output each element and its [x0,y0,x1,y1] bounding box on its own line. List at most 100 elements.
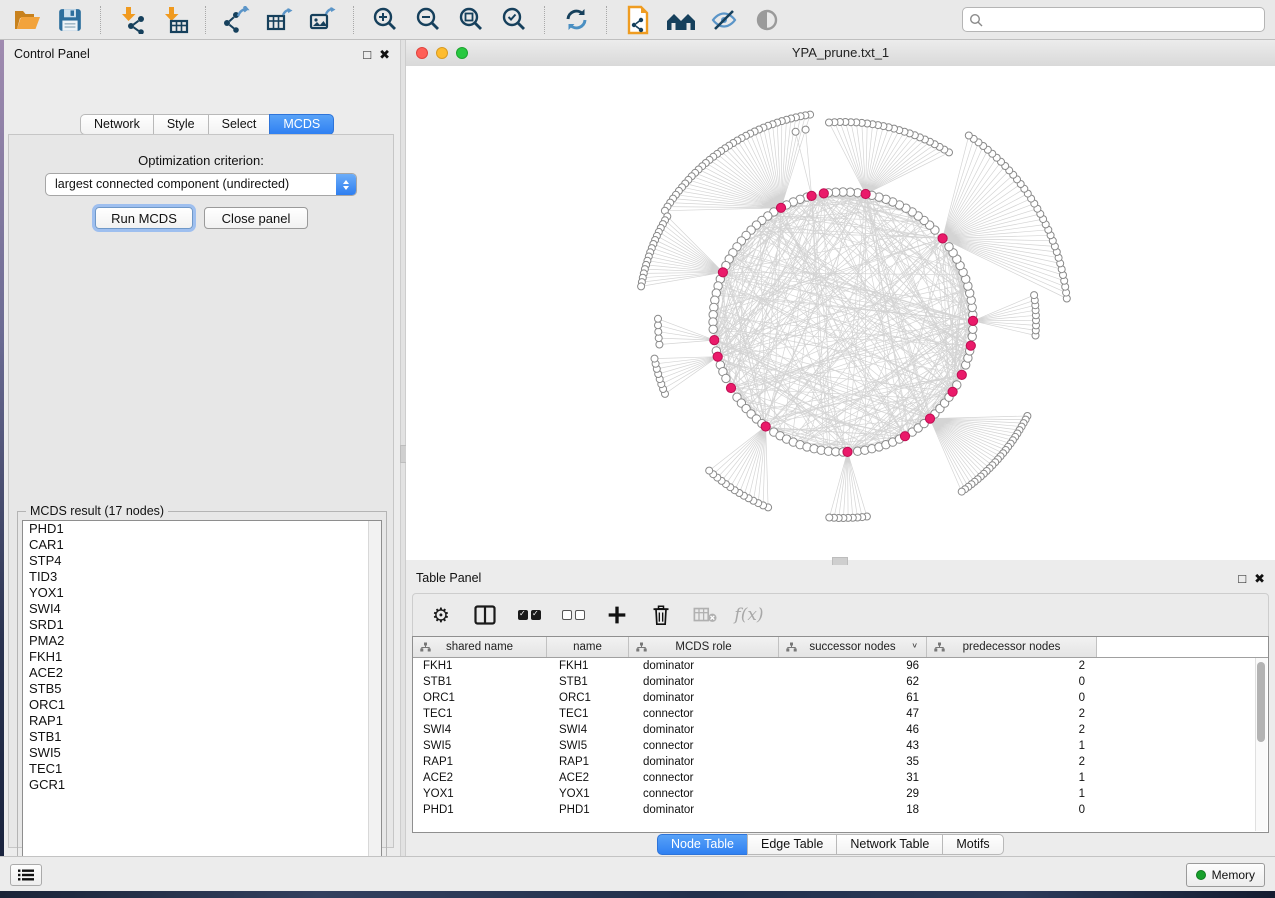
graph-hub-node[interactable] [966,341,975,350]
result-list-item[interactable]: PMA2 [23,633,381,649]
table-row[interactable]: STB1STB1dominator620 [413,674,1268,690]
table-scrollbar[interactable] [1255,658,1267,831]
result-list-item[interactable]: SWI5 [23,745,381,761]
hide-selected-icon[interactable] [707,4,741,36]
table-row[interactable]: FKH1FKH1dominator962 [413,658,1268,674]
graph-hub-node[interactable] [843,447,852,456]
float-panel-icon[interactable]: □ [1238,572,1246,585]
column-header-predecessor-nodes[interactable]: predecessor nodes [927,637,1097,657]
zoom-fit-icon[interactable] [454,4,488,36]
graph-hub-node[interactable] [761,422,770,431]
graph-leaf-node[interactable] [1031,292,1038,299]
run-mcds-button[interactable]: Run MCDS [95,207,193,229]
result-list-item[interactable]: GCR1 [23,777,381,793]
graph-leaf-node[interactable] [792,128,799,135]
save-session-icon[interactable] [53,4,87,36]
result-list-item[interactable]: TEC1 [23,761,381,777]
graph-node[interactable] [709,325,717,333]
network-canvas[interactable] [406,66,1275,560]
graph-leaf-node[interactable] [651,355,658,362]
graph-leaf-node[interactable] [826,514,833,521]
graph-hub-node[interactable] [938,234,947,243]
graph-hub-node[interactable] [807,191,816,200]
float-panel-icon[interactable]: □ [363,48,371,61]
result-list-item[interactable]: STB5 [23,681,381,697]
zoom-in-icon[interactable] [368,4,402,36]
graph-leaf-node[interactable] [655,328,662,335]
result-scrollbar[interactable] [368,521,381,877]
graph-hub-node[interactable] [948,387,957,396]
column-header-name[interactable]: name [547,637,629,657]
result-list-item[interactable]: ORC1 [23,697,381,713]
criterion-select[interactable]: largest connected component (undirected) [45,173,357,196]
delete-column-icon[interactable] [649,603,673,627]
result-list-item[interactable]: CAR1 [23,537,381,553]
close-panel-button[interactable]: Close panel [204,207,308,229]
tab-style[interactable]: Style [153,114,209,135]
graph-hub-node[interactable] [713,352,722,361]
table-row[interactable]: PHD1PHD1dominator180 [413,802,1268,818]
share-document-icon[interactable] [621,4,655,36]
export-network-icon[interactable] [220,4,254,36]
add-column-icon[interactable] [605,603,629,627]
select-all-columns-icon[interactable] [517,603,541,627]
result-list-item[interactable]: SWI4 [23,601,381,617]
graph-node[interactable] [945,243,953,251]
import-network-icon[interactable] [115,4,149,36]
sort-chevron-icon[interactable]: ∨ [911,641,918,650]
table-row[interactable]: RAP1RAP1dominator352 [413,754,1268,770]
show-all-icon[interactable] [750,4,784,36]
table-row[interactable]: SWI5SWI5connector431 [413,738,1268,754]
graph-hub-node[interactable] [925,414,934,423]
open-session-icon[interactable] [10,4,44,36]
column-header-MCDS-role[interactable]: MCDS role [629,637,779,657]
graph-hub-node[interactable] [957,370,966,379]
graph-leaf-node[interactable] [958,488,965,495]
network-graph-svg[interactable] [406,66,1275,560]
result-list-item[interactable]: YOX1 [23,585,381,601]
zoom-selected-icon[interactable] [497,4,531,36]
graph-leaf-node[interactable] [638,283,645,290]
show-column-panel-icon[interactable] [473,603,497,627]
graph-hub-node[interactable] [718,268,727,277]
first-neighbors-icon[interactable] [664,4,698,36]
memory-button[interactable]: Memory [1186,863,1265,887]
graph-leaf-node[interactable] [965,132,972,139]
table-row[interactable]: SWI4SWI4dominator462 [413,722,1268,738]
tab-network[interactable]: Network [80,114,154,135]
column-header-shared-name[interactable]: shared name [413,637,547,657]
result-list-item[interactable]: RAP1 [23,713,381,729]
result-list-item[interactable]: ACE2 [23,665,381,681]
graph-node[interactable] [722,374,730,382]
graph-hub-node[interactable] [819,189,828,198]
refresh-icon[interactable] [559,4,593,36]
tab-mcds[interactable]: MCDS [269,114,334,135]
result-list-item[interactable]: FKH1 [23,649,381,665]
graph-leaf-node[interactable] [656,341,663,348]
tab-select[interactable]: Select [208,114,271,135]
close-panel-icon[interactable]: ✖ [379,48,390,61]
graph-leaf-node[interactable] [706,467,713,474]
tab-network-table[interactable]: Network Table [836,834,943,855]
graph-hub-node[interactable] [968,316,977,325]
task-history-button[interactable] [10,864,42,886]
import-table-icon[interactable] [158,4,192,36]
table-row[interactable]: ACE2ACE2connector311 [413,770,1268,786]
network-window-titlebar[interactable]: YPA_prune.txt_1 [406,40,1275,67]
table-row[interactable]: TEC1TEC1connector472 [413,706,1268,722]
table-row[interactable]: ORC1ORC1dominator610 [413,690,1268,706]
zoom-out-icon[interactable] [411,4,445,36]
table-scrollbar-thumb[interactable] [1257,662,1265,742]
export-image-icon[interactable] [306,4,340,36]
result-list-item[interactable]: STB1 [23,729,381,745]
tab-edge-table[interactable]: Edge Table [747,834,837,855]
result-list-item[interactable]: STP4 [23,553,381,569]
column-header-successor-nodes[interactable]: successor nodes∨ [779,637,927,657]
close-panel-icon[interactable]: ✖ [1254,572,1265,585]
graph-node[interactable] [969,325,977,333]
table-row[interactable]: YOX1YOX1connector291 [413,786,1268,802]
graph-leaf-node[interactable] [826,119,833,126]
graph-hub-node[interactable] [861,189,870,198]
result-list-item[interactable]: TID3 [23,569,381,585]
graph-leaf-node[interactable] [655,315,662,322]
